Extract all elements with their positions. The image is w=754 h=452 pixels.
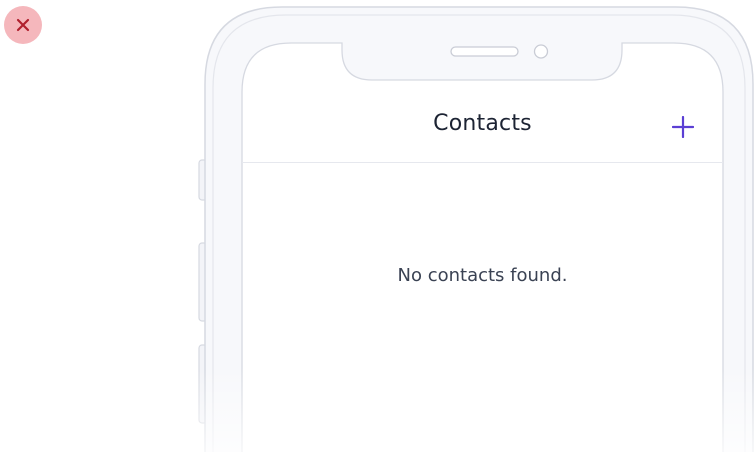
add-contact-button[interactable] [666,110,700,144]
empty-state-message: No contacts found. [397,265,568,286]
preview-stage: Contacts No contacts found. [0,0,754,452]
nav-bar: Contacts [242,99,723,163]
plus-icon [672,116,694,138]
page-title: Contacts [433,111,532,136]
app-screen: Contacts No contacts found. [242,43,723,452]
